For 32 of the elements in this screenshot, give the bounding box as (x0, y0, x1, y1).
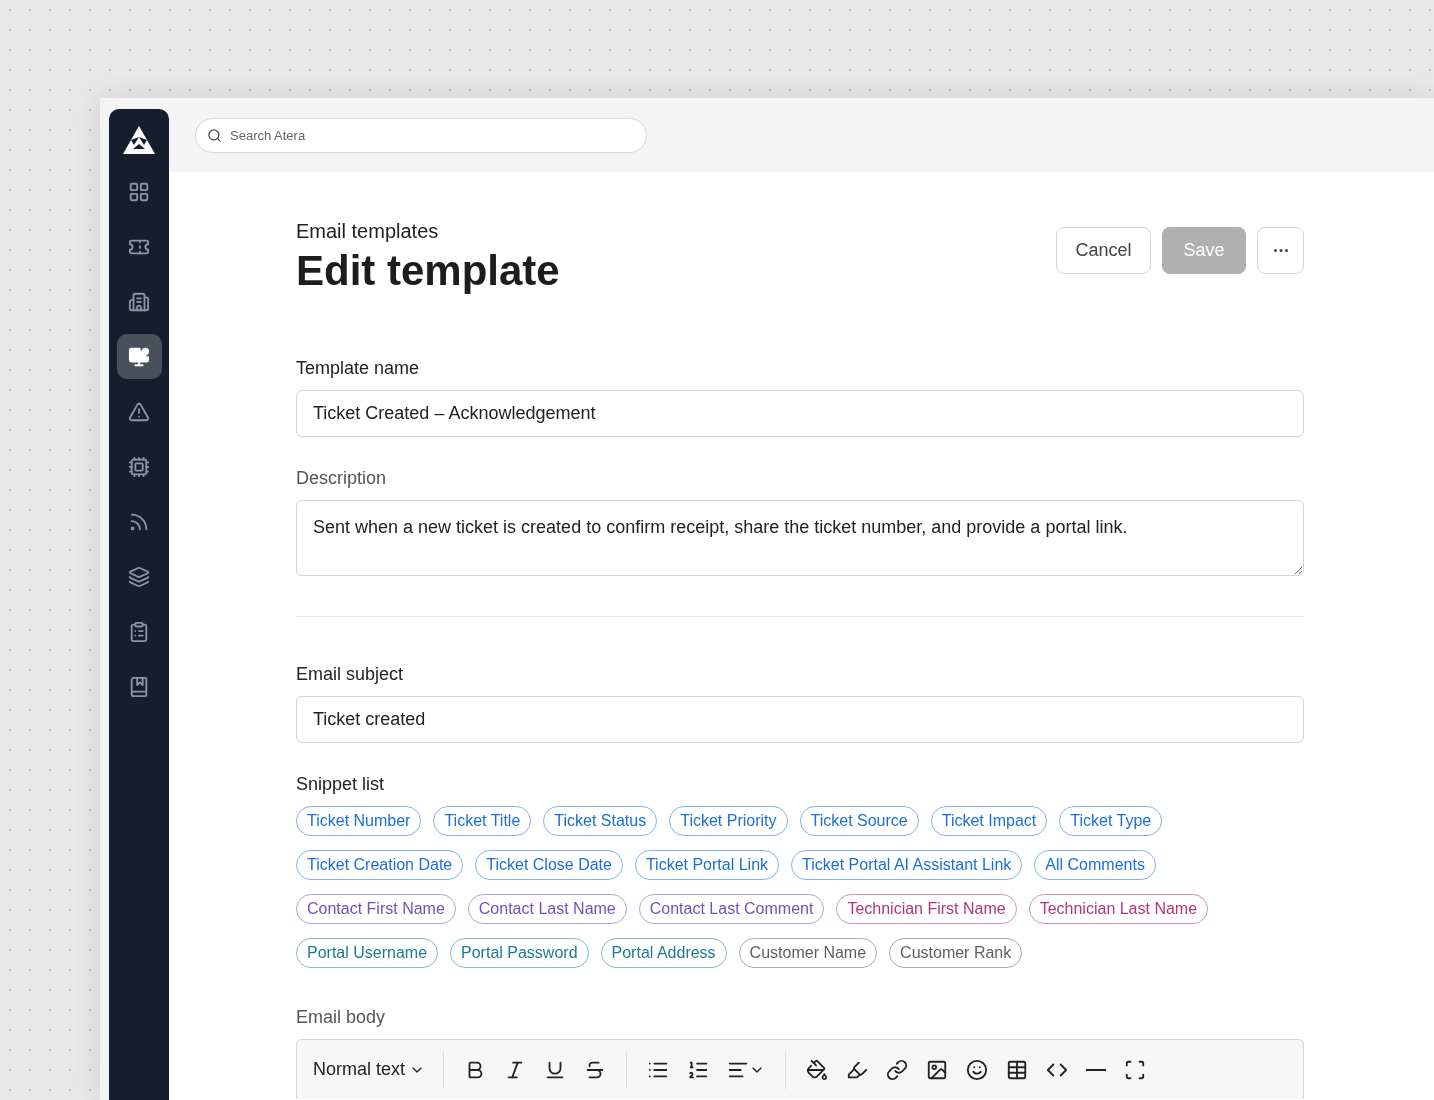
building-icon (128, 290, 150, 313)
grid-icon (128, 180, 150, 203)
field-label: Template name (296, 357, 421, 381)
page-title: Edit template (296, 248, 560, 295)
subject-field[interactable]: Ticket created (296, 696, 1304, 744)
chip-icon (128, 455, 150, 478)
template-name-field[interactable]: Ticket Created – Acknowledgement (296, 390, 1304, 438)
emoji-icon (966, 1058, 989, 1081)
search-field[interactable]: Search Atera (195, 117, 647, 153)
table-icon (1006, 1058, 1029, 1081)
logo-icon (122, 125, 156, 155)
image-icon (926, 1058, 949, 1081)
link-icon (886, 1058, 909, 1081)
field-label: Description (296, 467, 388, 491)
layers-icon (128, 565, 150, 588)
monitor-icon (128, 345, 150, 368)
cancel-button[interactable]: Cancel (1056, 227, 1151, 274)
book-icon (128, 675, 150, 698)
breadcrumb: Email templates (296, 219, 440, 244)
field-label: Email body (296, 1006, 387, 1030)
clipboard-icon (128, 620, 150, 643)
ellipsis-icon (1273, 249, 1288, 252)
text-color-icon (806, 1058, 829, 1081)
text-style-dropdown[interactable]: Normal text (313, 1056, 426, 1084)
description-field[interactable]: Sent when a new ticket is created to confirm receipt, share the ticket number, and provide a portal link. (296, 500, 1304, 577)
search-icon (207, 127, 222, 143)
fullscreen-icon (1124, 1058, 1147, 1081)
field-label: Snippet list (296, 773, 386, 797)
horizontal-rule-icon (1086, 1068, 1107, 1071)
field-label: Email subject (296, 663, 405, 687)
warning-icon (128, 400, 150, 423)
sidebar-item[interactable] (116, 334, 162, 379)
